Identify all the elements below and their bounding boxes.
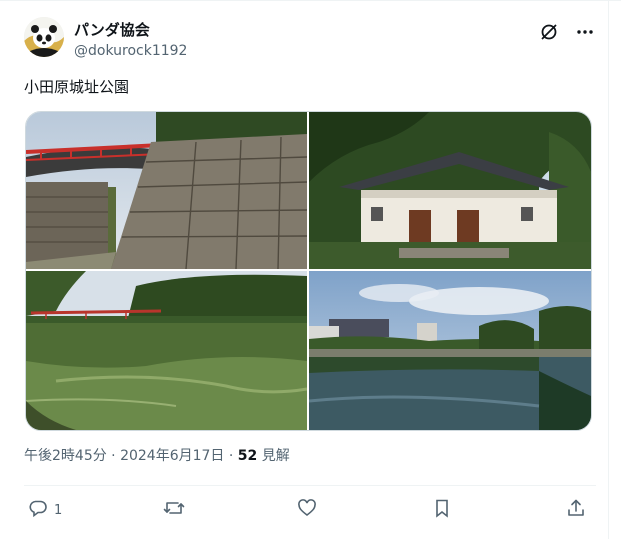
bookmark-button[interactable] <box>432 498 452 522</box>
top-border <box>0 0 621 1</box>
right-border <box>608 0 609 539</box>
like-button[interactable] <box>297 498 317 522</box>
user-handle[interactable]: @dokurock1192 <box>74 41 187 61</box>
photo-moat-with-red-bridge[interactable] <box>26 271 307 430</box>
reply-icon <box>28 498 48 522</box>
like-icon <box>297 498 317 522</box>
post-text: 小田原城址公園 <box>24 78 130 96</box>
display-name[interactable]: パンダ協会 <box>74 20 187 40</box>
post-meta: 午後2時45分 · 2024年6月17日 · 52 見解 <box>24 446 290 466</box>
reply-button[interactable]: 1 <box>28 498 62 522</box>
more-icon[interactable] <box>574 21 596 43</box>
header-actions <box>538 21 596 43</box>
share-button[interactable] <box>566 498 586 522</box>
post-datetime[interactable]: 午後2時45分 · 2024年6月17日 · <box>24 448 238 464</box>
action-bar: 1 <box>24 496 596 524</box>
divider <box>24 485 596 486</box>
bookmark-icon <box>432 498 452 522</box>
repost-button[interactable] <box>163 498 185 522</box>
grok-icon[interactable] <box>538 21 560 43</box>
reply-count: 1 <box>54 502 63 518</box>
post-header: パンダ協会 @dokurock1192 <box>24 17 596 63</box>
view-label: 見解 <box>257 448 290 464</box>
share-icon <box>566 498 586 522</box>
repost-icon <box>163 498 185 522</box>
photo-grid <box>25 111 592 431</box>
avatar[interactable] <box>24 17 64 57</box>
view-count: 52 <box>237 448 258 464</box>
photo-bridge-and-stone-wall[interactable] <box>26 112 307 269</box>
photo-moat-and-buildings[interactable] <box>309 271 591 430</box>
user-names: パンダ協会 @dokurock1192 <box>74 20 187 61</box>
photo-castle-gate[interactable] <box>309 112 591 269</box>
